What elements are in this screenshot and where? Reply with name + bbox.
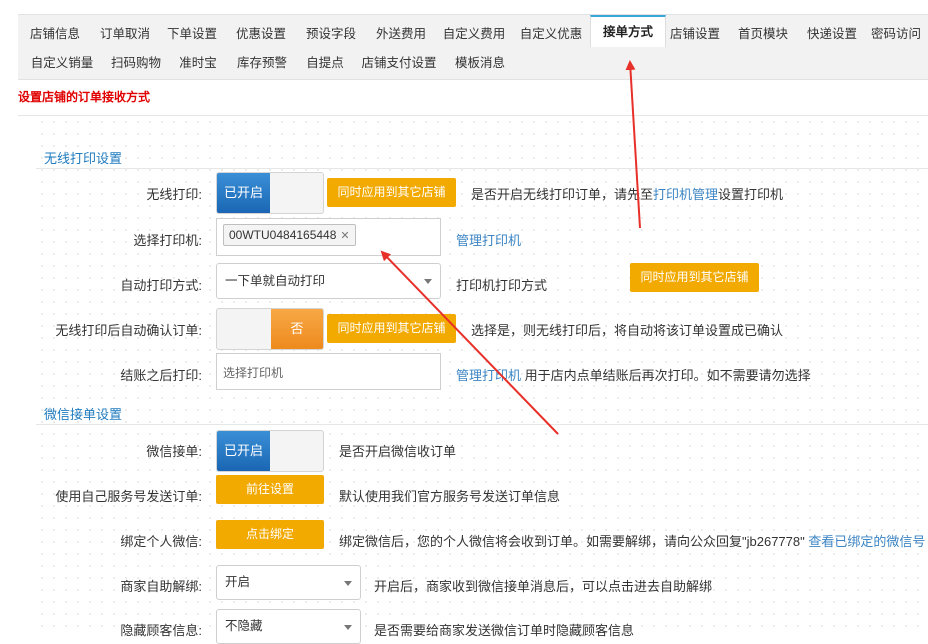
arrow-to-tab	[625, 60, 641, 229]
arrow-to-printer	[380, 250, 559, 435]
annotation-arrows	[380, 60, 641, 435]
